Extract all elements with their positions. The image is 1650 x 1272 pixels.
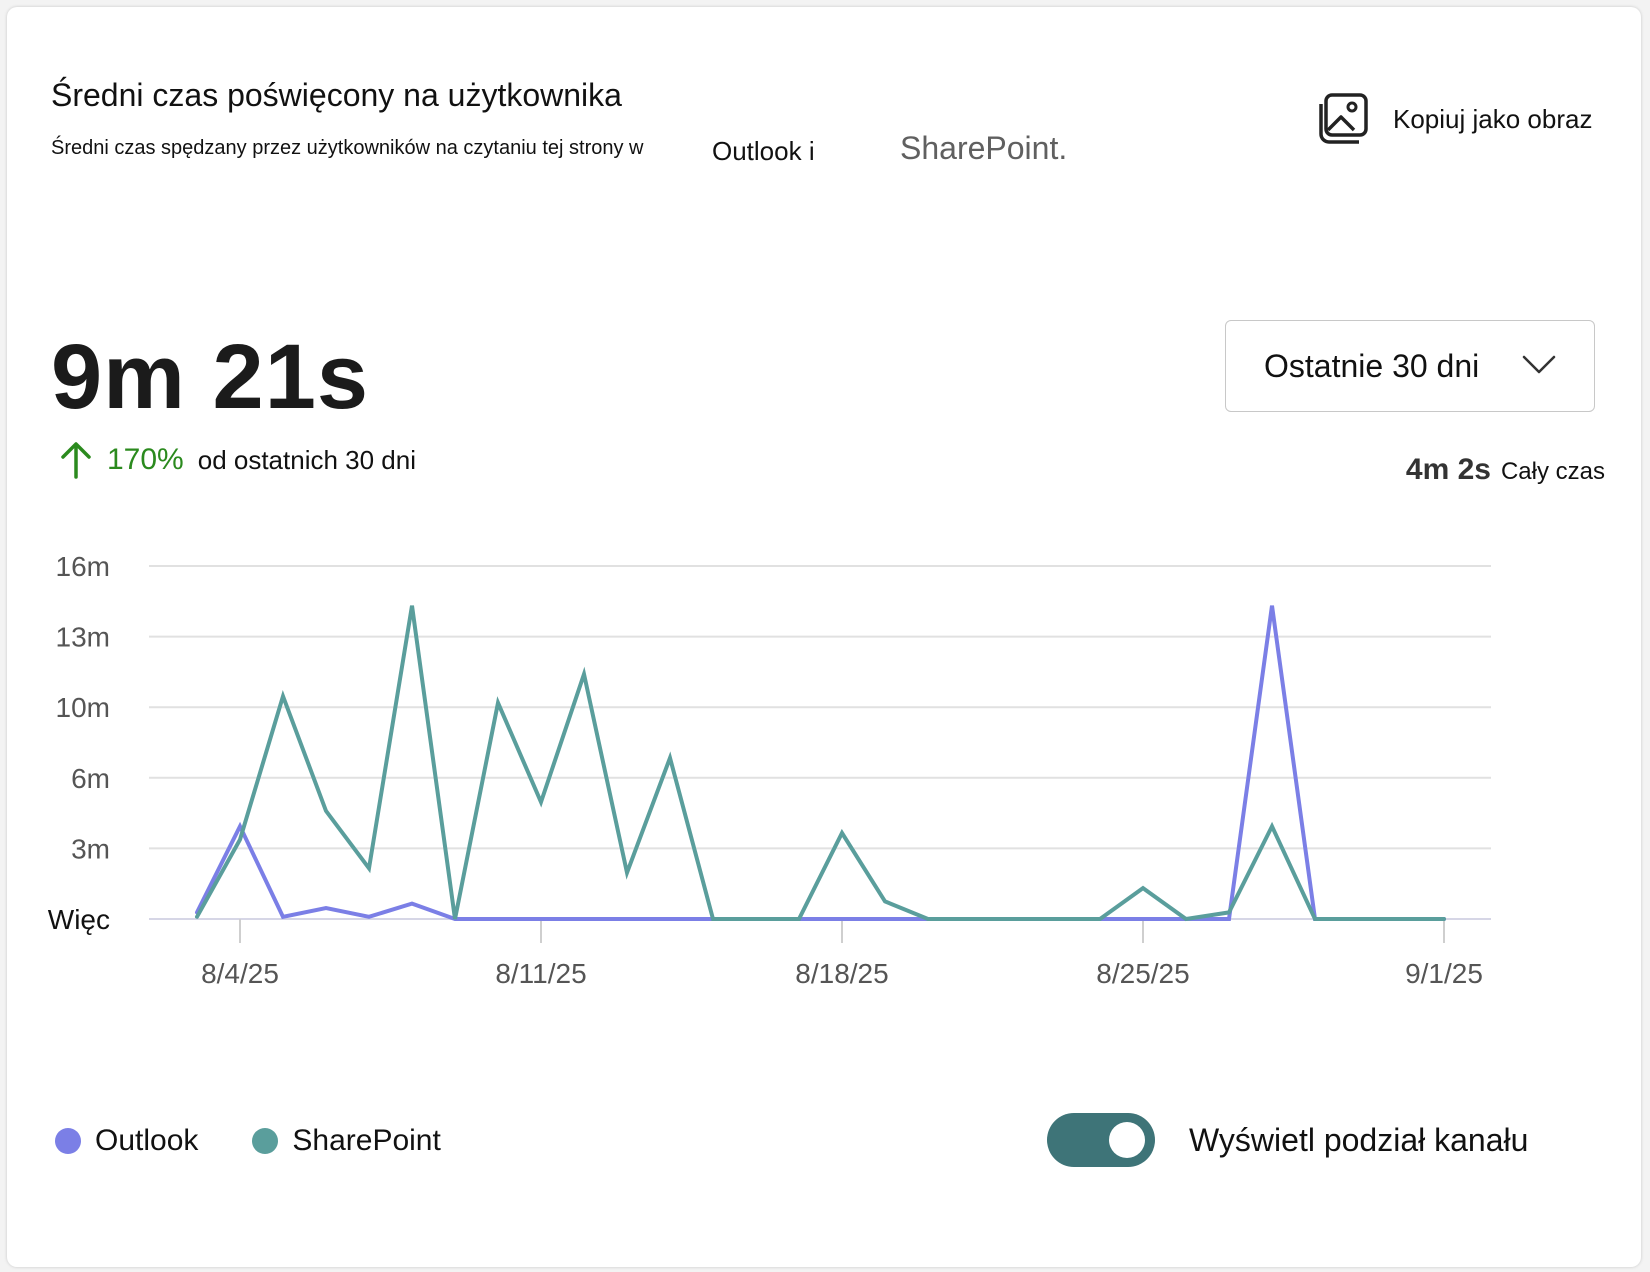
series-line-sharepoint bbox=[195, 605, 1446, 922]
line-chart: Więc 3m 6m 10m 13m 16m 8/4/25 8/11/25 8/18/25 8/2… bbox=[48, 551, 1491, 989]
x-tick-label: 8/4/25 bbox=[201, 958, 279, 989]
y-tick-label: 6m bbox=[71, 763, 110, 794]
y-tick-label: 3m bbox=[71, 833, 110, 864]
y-tick-label: 16m bbox=[56, 551, 110, 582]
x-tick-label: 8/18/25 bbox=[795, 958, 888, 989]
chart-card: Średni czas poświęcony na użytkownika Śr… bbox=[7, 7, 1641, 1267]
y-tick-label: 10m bbox=[56, 692, 110, 723]
chart-legend: Outlook SharePoint bbox=[55, 1124, 495, 1158]
legend-item-sharepoint[interactable]: SharePoint bbox=[252, 1124, 441, 1158]
legend-dot-outlook bbox=[55, 1128, 81, 1154]
x-tick-label: 9/1/25 bbox=[1405, 958, 1483, 989]
toggle-knob bbox=[1109, 1122, 1145, 1158]
legend-dot-sharepoint bbox=[252, 1128, 279, 1154]
legend-item-outlook[interactable]: Outlook bbox=[55, 1124, 198, 1158]
y-tick-label: 13m bbox=[56, 622, 110, 653]
legend-label-sharepoint: SharePoint bbox=[292, 1124, 441, 1157]
y-tick-label: Więc bbox=[48, 904, 110, 935]
legend-label-outlook: Outlook bbox=[95, 1124, 199, 1157]
channel-breakdown-toggle[interactable] bbox=[1047, 1113, 1155, 1167]
channel-breakdown-label: Wyświetl podział kanału bbox=[1189, 1121, 1529, 1158]
channel-breakdown-toggle-row: Wyświetl podział kanału bbox=[1047, 1113, 1528, 1167]
x-tick-label: 8/11/25 bbox=[495, 958, 586, 989]
x-tick-label: 8/25/25 bbox=[1096, 958, 1189, 989]
